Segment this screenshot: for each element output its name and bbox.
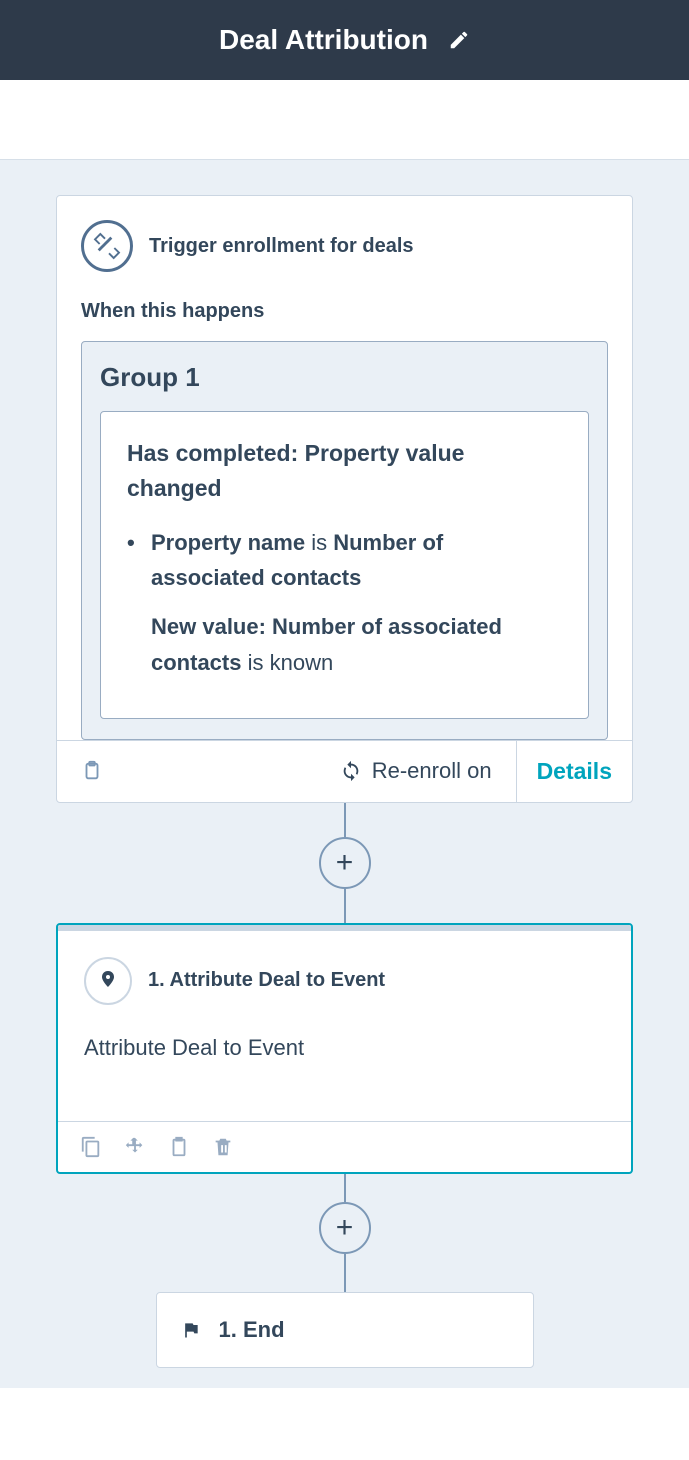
trigger-group[interactable]: Group 1 Has completed: Property value ch… [81, 341, 608, 740]
delete-icon[interactable] [212, 1136, 234, 1158]
trigger-title: Trigger enrollment for deals [149, 235, 414, 258]
connector-line [344, 1254, 346, 1292]
when-label: When this happens [81, 300, 608, 323]
clipboard-action-icon[interactable] [168, 1136, 190, 1158]
workflow-canvas: Trigger enrollment for deals When this h… [0, 160, 689, 1388]
add-step-button[interactable]: + [319, 837, 371, 889]
details-button[interactable]: Details [516, 741, 632, 802]
add-step-button[interactable]: + [319, 1202, 371, 1254]
page-title: Deal Attribution [219, 24, 428, 56]
condition-box: Has completed: Property value changed Pr… [100, 411, 589, 719]
action-description: Attribute Deal to Event [84, 1035, 605, 1061]
page-header: Deal Attribution [0, 0, 689, 80]
end-label: 1. End [219, 1317, 285, 1343]
connector-line [344, 803, 346, 837]
move-icon[interactable] [124, 1136, 146, 1158]
condition-item-1: Property name is Number of associated co… [127, 525, 562, 595]
flag-icon [181, 1318, 201, 1342]
condition-item-2: New value: Number of associated contacts… [127, 609, 562, 679]
clipboard-icon[interactable] [81, 759, 103, 783]
action-header: 1. Attribute Deal to Event [84, 957, 605, 1005]
action-card[interactable]: 1. Attribute Deal to Event Attribute Dea… [56, 923, 633, 1174]
group-title: Group 1 [100, 362, 589, 393]
reenroll-label[interactable]: Re-enroll on [372, 758, 492, 784]
connector-line [344, 1174, 346, 1202]
copy-icon[interactable] [80, 1136, 102, 1158]
end-card[interactable]: 1. End [156, 1292, 534, 1368]
action-icon [84, 957, 132, 1005]
action-title: 1. Attribute Deal to Event [148, 969, 385, 992]
trigger-footer: Re-enroll on Details [57, 740, 632, 802]
trigger-header: Trigger enrollment for deals [81, 220, 608, 272]
refresh-icon[interactable] [340, 759, 362, 783]
action-footer [58, 1121, 631, 1172]
trigger-card[interactable]: Trigger enrollment for deals When this h… [56, 195, 633, 803]
condition-title: Has completed: Property value changed [127, 436, 562, 505]
connector-line [344, 889, 346, 923]
handshake-icon [81, 220, 133, 272]
edit-icon[interactable] [448, 29, 470, 51]
spacer [0, 80, 689, 160]
